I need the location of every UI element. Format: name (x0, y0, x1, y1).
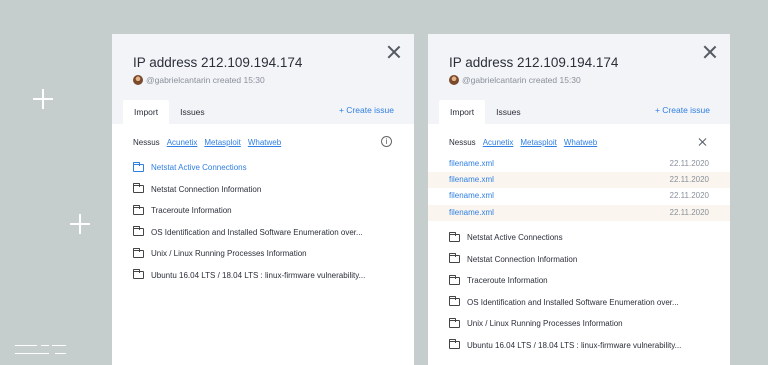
filter-metasploit[interactable]: Metasploit (520, 138, 556, 147)
file-row: filename.xml 22.11.2020 (428, 204, 730, 221)
list-item-label: Unix / Linux Running Processes Informati… (467, 319, 623, 329)
folder-icon (448, 296, 460, 307)
filter-whatweb[interactable]: Whatweb (248, 138, 281, 147)
filter-nessus[interactable]: Nessus (449, 138, 476, 147)
file-name-link[interactable]: filename.xml (449, 156, 494, 172)
page-title: IP address 212.109.194.174 (449, 55, 619, 70)
create-issue-button[interactable]: + Create issue (655, 105, 710, 115)
created-meta: @gabrielcantarin created 15:30 (133, 75, 265, 85)
list-item[interactable]: Traceroute Information (448, 270, 718, 292)
created-time: created 15:30 (212, 75, 265, 85)
tab-bar: Import Issues (123, 100, 216, 124)
filter-whatweb[interactable]: Whatweb (564, 138, 597, 147)
folder-icon (448, 339, 460, 350)
info-icon[interactable]: i (381, 136, 392, 147)
tab-bar: Import Issues (439, 100, 532, 124)
tab-import[interactable]: Import (439, 100, 486, 124)
list-item-label: Ubuntu 16.04 LTS / 18.04 LTS : linux-fir… (151, 270, 366, 280)
list-item-label: Traceroute Information (467, 276, 548, 286)
scanner-filters: Nessus Acunetix Metasploit Whatweb i (133, 136, 394, 147)
filter-metasploit[interactable]: Metasploit (204, 138, 240, 147)
ip-details-panel-right: IP address 212.109.194.174 @gabrielcanta… (428, 34, 730, 365)
file-date: 22.11.2020 (669, 159, 709, 168)
file-list: filename.xml 22.11.2020 filename.xml 22.… (428, 156, 730, 221)
tab-issues[interactable]: Issues (169, 100, 216, 124)
list-item[interactable]: Unix / Linux Running Processes Informati… (448, 313, 718, 335)
folder-icon (132, 183, 144, 194)
folder-icon (132, 161, 144, 172)
list-item-label: Netstat Connection Information (467, 254, 578, 264)
created-time: created 15:30 (528, 75, 581, 85)
avatar (133, 75, 143, 85)
list-item[interactable]: OS Identification and Installed Software… (132, 222, 402, 244)
folder-icon (448, 274, 460, 285)
decor-plus-icon (33, 89, 53, 109)
list-item-label: Netstat Active Connections (467, 233, 563, 243)
tab-import[interactable]: Import (123, 100, 170, 124)
folder-icon (448, 253, 460, 264)
list-item[interactable]: Netstat Active Connections (448, 227, 718, 249)
file-row: filename.xml 22.11.2020 (428, 172, 730, 189)
list-item[interactable]: Ubuntu 16.04 LTS / 18.04 LTS : linux-fir… (132, 265, 402, 287)
file-name-link[interactable]: filename.xml (449, 205, 494, 221)
list-item[interactable]: Netstat Active Connections (132, 157, 402, 179)
file-row: filename.xml 22.11.2020 (428, 188, 730, 204)
close-icon[interactable] (703, 45, 717, 59)
create-issue-button[interactable]: + Create issue (339, 105, 394, 115)
folder-icon (132, 247, 144, 258)
created-meta: @gabrielcantarin created 15:30 (449, 75, 581, 85)
list-item[interactable]: Unix / Linux Running Processes Informati… (132, 243, 402, 265)
folder-icon (132, 269, 144, 280)
clear-filter-icon[interactable] (698, 138, 706, 146)
list-item[interactable]: Netstat Connection Information (448, 249, 718, 271)
filter-acunetix[interactable]: Acunetix (483, 138, 514, 147)
folder-icon (132, 204, 144, 215)
list-item[interactable]: Netstat Connection Information (132, 179, 402, 201)
avatar (449, 75, 459, 85)
filter-acunetix[interactable]: Acunetix (167, 138, 198, 147)
list-item-label: OS Identification and Installed Software… (467, 297, 679, 307)
author-name: @gabrielcantarin (462, 75, 527, 85)
decor-plus-icon (70, 214, 90, 234)
ip-details-panel-left: IP address 212.109.194.174 @gabrielcanta… (112, 34, 414, 365)
list-item[interactable]: Ubuntu 16.04 LTS / 18.04 LTS : linux-fir… (448, 335, 718, 357)
file-name-link[interactable]: filename.xml (449, 188, 494, 204)
list-item-label: OS Identification and Installed Software… (151, 227, 363, 237)
panel-header: IP address 212.109.194.174 @gabrielcanta… (112, 34, 414, 124)
list-item[interactable]: OS Identification and Installed Software… (448, 292, 718, 314)
list-item-label: Unix / Linux Running Processes Informati… (151, 249, 307, 259)
file-row: filename.xml 22.11.2020 (428, 156, 730, 172)
scanner-filters: Nessus Acunetix Metasploit Whatweb (449, 138, 710, 147)
folder-icon (448, 231, 460, 242)
decor-lines (15, 345, 67, 357)
panel-header: IP address 212.109.194.174 @gabrielcanta… (428, 34, 730, 124)
close-icon[interactable] (387, 45, 401, 59)
list-item-label: Traceroute Information (151, 206, 232, 216)
author-name: @gabrielcantarin (146, 75, 211, 85)
tab-issues[interactable]: Issues (485, 100, 532, 124)
file-date: 22.11.2020 (669, 175, 709, 185)
folder-icon (132, 226, 144, 237)
list-item-label: Ubuntu 16.04 LTS / 18.04 LTS : linux-fir… (467, 340, 682, 350)
folder-list: Netstat Active Connections Netstat Conne… (448, 227, 718, 357)
filter-nessus[interactable]: Nessus (133, 138, 160, 147)
list-item-label: Netstat Active Connections (151, 163, 247, 173)
folder-list: Netstat Active Connections Netstat Conne… (132, 157, 402, 287)
file-date: 22.11.2020 (669, 191, 709, 201)
file-name-link[interactable]: filename.xml (449, 172, 494, 188)
page-title: IP address 212.109.194.174 (133, 55, 303, 70)
file-date: 22.11.2020 (669, 207, 709, 217)
list-item-label: Netstat Connection Information (151, 184, 262, 194)
folder-icon (448, 317, 460, 328)
list-item[interactable]: Traceroute Information (132, 200, 402, 222)
